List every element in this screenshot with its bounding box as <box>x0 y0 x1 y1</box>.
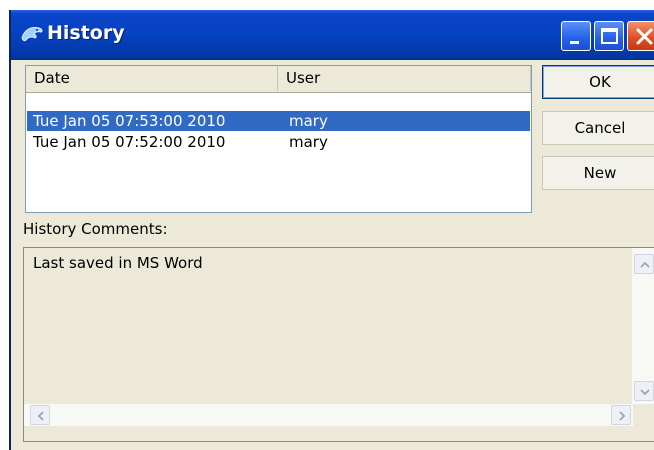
chevron-right-icon <box>619 411 626 421</box>
scroll-right-button[interactable] <box>611 405 631 425</box>
history-list[interactable]: Date User Tue Jan 05 07:53:00 2010 mary … <box>25 65 532 213</box>
history-row[interactable]: Tue Jan 05 07:53:00 2010 mary <box>27 111 530 131</box>
chevron-left-icon <box>37 411 44 421</box>
close-button[interactable] <box>627 21 654 51</box>
close-icon <box>636 28 653 45</box>
chevron-down-icon <box>640 389 650 396</box>
history-dolphin-icon <box>19 22 45 46</box>
list-header: Date User <box>26 66 531 93</box>
row-date: Tue Jan 05 07:52:00 2010 <box>33 133 226 151</box>
column-header-date[interactable]: Date <box>26 66 278 91</box>
window-title: History <box>47 22 125 44</box>
new-button[interactable]: New <box>542 156 654 190</box>
row-user: mary <box>289 133 328 151</box>
title-bar[interactable]: History <box>11 10 654 60</box>
row-date: Tue Jan 05 07:53:00 2010 <box>33 112 226 130</box>
minimize-button[interactable] <box>561 21 591 51</box>
history-row[interactable]: Tue Jan 05 07:52:00 2010 mary <box>27 132 530 152</box>
history-comments-textarea[interactable]: Last saved in MS Word <box>23 247 654 442</box>
minimize-icon <box>570 41 579 44</box>
cancel-button[interactable]: Cancel <box>542 111 654 145</box>
horizontal-scrollbar[interactable] <box>24 404 633 426</box>
ok-button[interactable]: OK <box>542 65 654 99</box>
maximize-button[interactable] <box>594 21 624 51</box>
maximize-icon <box>601 28 618 44</box>
column-header-user[interactable]: User <box>278 66 531 91</box>
history-comments-label: History Comments: <box>23 220 168 238</box>
scroll-left-button[interactable] <box>30 405 50 425</box>
scroll-down-button[interactable] <box>634 381 654 401</box>
scroll-up-button[interactable] <box>634 254 654 274</box>
comments-text: Last saved in MS Word <box>33 254 203 272</box>
row-user: mary <box>289 112 328 130</box>
chevron-up-icon <box>640 261 650 268</box>
history-dialog: History Date User Tue Jan 05 07:53:00 20… <box>9 10 654 450</box>
vertical-scrollbar[interactable] <box>632 248 654 404</box>
